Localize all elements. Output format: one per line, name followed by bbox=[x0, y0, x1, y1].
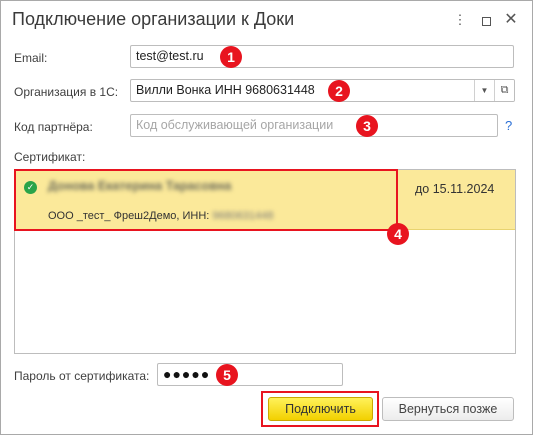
email-value: test@test.ru bbox=[136, 49, 204, 63]
partner-code-input[interactable]: Код обслуживающей организации bbox=[130, 114, 498, 137]
partner-code-label: Код партнёра: bbox=[14, 120, 93, 134]
dialog-title: Подключение организации к Доки bbox=[12, 9, 295, 29]
annotation-badge-5: 5 bbox=[216, 364, 238, 386]
organization-open-icon[interactable]: ⧉ bbox=[494, 80, 514, 101]
annotation-badge-4: 4 bbox=[387, 223, 409, 245]
return-later-button[interactable]: Вернуться позже bbox=[382, 397, 514, 421]
maximize-icon[interactable] bbox=[476, 10, 496, 30]
more-menu-icon[interactable]: ⋮ bbox=[450, 10, 470, 30]
annotation-badge-1: 1 bbox=[220, 46, 242, 68]
password-input[interactable]: ●●●●● bbox=[157, 363, 343, 386]
organization-label: Организация в 1С: bbox=[14, 85, 119, 99]
email-label: Email: bbox=[14, 51, 48, 65]
certificate-valid-until: до 15.11.2024 bbox=[415, 182, 495, 196]
connect-button[interactable]: Подключить bbox=[268, 397, 373, 421]
email-field[interactable]: test@test.ru bbox=[130, 45, 514, 68]
password-label: Пароль от сертификата: bbox=[14, 369, 150, 383]
help-icon[interactable]: ? bbox=[505, 118, 512, 133]
certificate-label: Сертификат: bbox=[14, 150, 86, 164]
organization-value: Вилли Вонка ИНН 9680631448 bbox=[136, 83, 315, 97]
annotation-badge-3: 3 bbox=[356, 115, 378, 137]
partner-code-placeholder: Код обслуживающей организации bbox=[136, 118, 334, 132]
dialog-window: Подключение организации к Доки ⋮ ✕ Email… bbox=[0, 0, 533, 435]
annotation-badge-2: 2 bbox=[328, 80, 350, 102]
highlight-box-certificate bbox=[14, 169, 398, 231]
organization-dropdown-button[interactable]: ▼ bbox=[474, 80, 494, 101]
organization-field[interactable]: Вилли Вонка ИНН 9680631448 ▼ ⧉ bbox=[130, 79, 515, 102]
password-value: ●●●●● bbox=[163, 366, 211, 382]
close-icon[interactable]: ✕ bbox=[501, 10, 521, 30]
